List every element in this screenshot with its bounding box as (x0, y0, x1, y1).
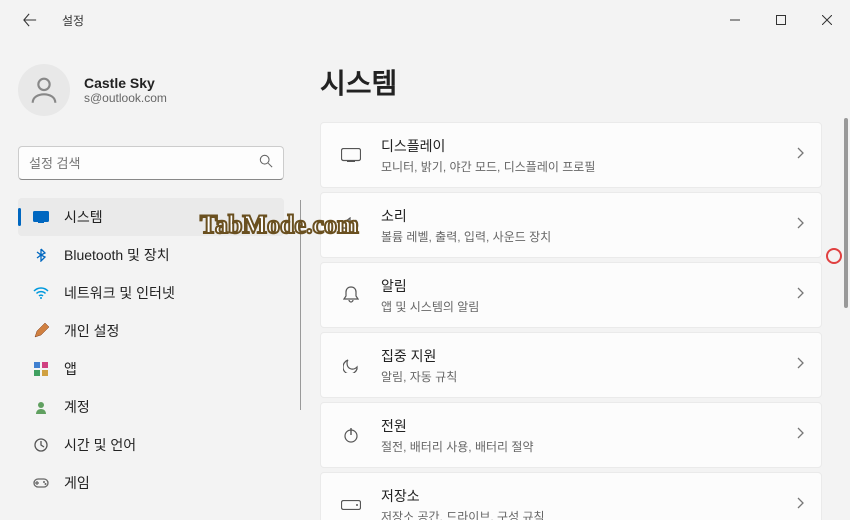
sidebar-item-time[interactable]: 시간 및 언어 (18, 426, 284, 464)
notifications-icon (339, 286, 363, 304)
person-icon (27, 73, 61, 107)
setting-card-storage[interactable]: 저장소 저장소 공간, 드라이브, 구성 규칙 (320, 472, 822, 520)
profile-email: s@outlook.com (84, 91, 167, 105)
sidebar-item-label: 앱 (64, 359, 77, 379)
setting-card-sound[interactable]: 소리 볼륨 레벨, 출력, 입력, 사운드 장치 (320, 192, 822, 258)
sidebar-item-label: 네트워크 및 인터넷 (64, 283, 175, 303)
sidebar-item-label: 게임 (64, 473, 90, 493)
page-title: 시스템 (320, 40, 822, 122)
bluetooth-icon (32, 246, 50, 264)
profile-section[interactable]: Castle Sky s@outlook.com (18, 40, 300, 146)
focus-icon (339, 357, 363, 373)
back-button[interactable] (18, 8, 42, 32)
card-title: 전원 (381, 416, 797, 436)
scrollbar[interactable] (844, 118, 848, 308)
card-text: 집중 지원 알림, 자동 규칙 (381, 346, 797, 385)
chevron-right-icon (797, 356, 805, 374)
sidebar-item-label: 개인 설정 (64, 321, 119, 341)
setting-card-display[interactable]: 디스플레이 모니터, 밝기, 야간 모드, 디스플레이 프로필 (320, 122, 822, 188)
main-content: 시스템 디스플레이 모니터, 밝기, 야간 모드, 디스플레이 프로필 소리 볼… (300, 40, 850, 520)
card-desc: 저장소 공간, 드라이브, 구성 규칙 (381, 508, 797, 520)
profile-name: Castle Sky (84, 75, 167, 91)
sidebar-item-label: 시스템 (64, 207, 103, 227)
gaming-icon (32, 474, 50, 492)
minimize-button[interactable] (712, 4, 758, 36)
sidebar-item-accounts[interactable]: 계정 (18, 388, 284, 426)
card-desc: 모니터, 밝기, 야간 모드, 디스플레이 프로필 (381, 158, 797, 175)
card-title: 소리 (381, 206, 797, 226)
sidebar-item-personalization[interactable]: 개인 설정 (18, 312, 284, 350)
nav-list: 시스템 Bluetooth 및 장치 네트워크 및 인터넷 개인 설정 앱 계정 (18, 198, 300, 502)
card-title: 디스플레이 (381, 136, 797, 156)
card-text: 디스플레이 모니터, 밝기, 야간 모드, 디스플레이 프로필 (381, 136, 797, 175)
sidebar-item-gaming[interactable]: 게임 (18, 464, 284, 502)
sound-icon (339, 217, 363, 233)
card-text: 소리 볼륨 레벨, 출력, 입력, 사운드 장치 (381, 206, 797, 245)
maximize-icon (776, 15, 786, 25)
card-text: 전원 절전, 배터리 사용, 배터리 절약 (381, 416, 797, 455)
back-arrow-icon (23, 13, 37, 27)
setting-card-power[interactable]: 전원 절전, 배터리 사용, 배터리 절약 (320, 402, 822, 468)
sidebar-item-apps[interactable]: 앱 (18, 350, 284, 388)
minimize-icon (730, 15, 740, 25)
storage-icon (339, 500, 363, 510)
chevron-right-icon (797, 426, 805, 444)
divider-line (300, 200, 301, 410)
sidebar-item-bluetooth[interactable]: Bluetooth 및 장치 (18, 236, 284, 274)
power-icon (339, 427, 363, 443)
system-icon (32, 208, 50, 226)
setting-card-notifications[interactable]: 알림 앱 및 시스템의 알림 (320, 262, 822, 328)
avatar (18, 64, 70, 116)
window-controls (712, 4, 850, 36)
card-desc: 볼륨 레벨, 출력, 입력, 사운드 장치 (381, 228, 797, 245)
search-box[interactable] (18, 146, 284, 180)
sidebar-item-label: Bluetooth 및 장치 (64, 245, 170, 265)
apps-icon (32, 360, 50, 378)
card-title: 알림 (381, 276, 797, 296)
card-title: 집중 지원 (381, 346, 797, 366)
chevron-right-icon (797, 496, 805, 514)
card-text: 알림 앱 및 시스템의 알림 (381, 276, 797, 315)
card-desc: 앱 및 시스템의 알림 (381, 298, 797, 315)
card-desc: 절전, 배터리 사용, 배터리 절약 (381, 438, 797, 455)
sidebar-item-label: 계정 (64, 397, 90, 417)
display-icon (339, 148, 363, 162)
sidebar-item-system[interactable]: 시스템 (18, 198, 284, 236)
titlebar: 설정 (0, 0, 850, 40)
sidebar-item-network[interactable]: 네트워크 및 인터넷 (18, 274, 284, 312)
card-title: 저장소 (381, 486, 797, 506)
sidebar-item-label: 시간 및 언어 (64, 435, 136, 455)
search-icon (259, 154, 273, 173)
close-icon (822, 15, 832, 25)
card-text: 저장소 저장소 공간, 드라이브, 구성 규칙 (381, 486, 797, 520)
setting-card-focus[interactable]: 집중 지원 알림, 자동 규칙 (320, 332, 822, 398)
maximize-button[interactable] (758, 4, 804, 36)
annotation-circle (826, 248, 842, 264)
close-button[interactable] (804, 4, 850, 36)
chevron-right-icon (797, 286, 805, 304)
sidebar: Castle Sky s@outlook.com 시스템 Bluetooth 및… (0, 40, 300, 520)
chevron-right-icon (797, 216, 805, 234)
network-icon (32, 284, 50, 302)
time-icon (32, 436, 50, 454)
window-title: 설정 (62, 12, 84, 29)
chevron-right-icon (797, 146, 805, 164)
profile-info: Castle Sky s@outlook.com (84, 75, 167, 105)
accounts-icon (32, 398, 50, 416)
personalization-icon (32, 322, 50, 340)
card-desc: 알림, 자동 규칙 (381, 368, 797, 385)
search-input[interactable] (29, 156, 259, 171)
